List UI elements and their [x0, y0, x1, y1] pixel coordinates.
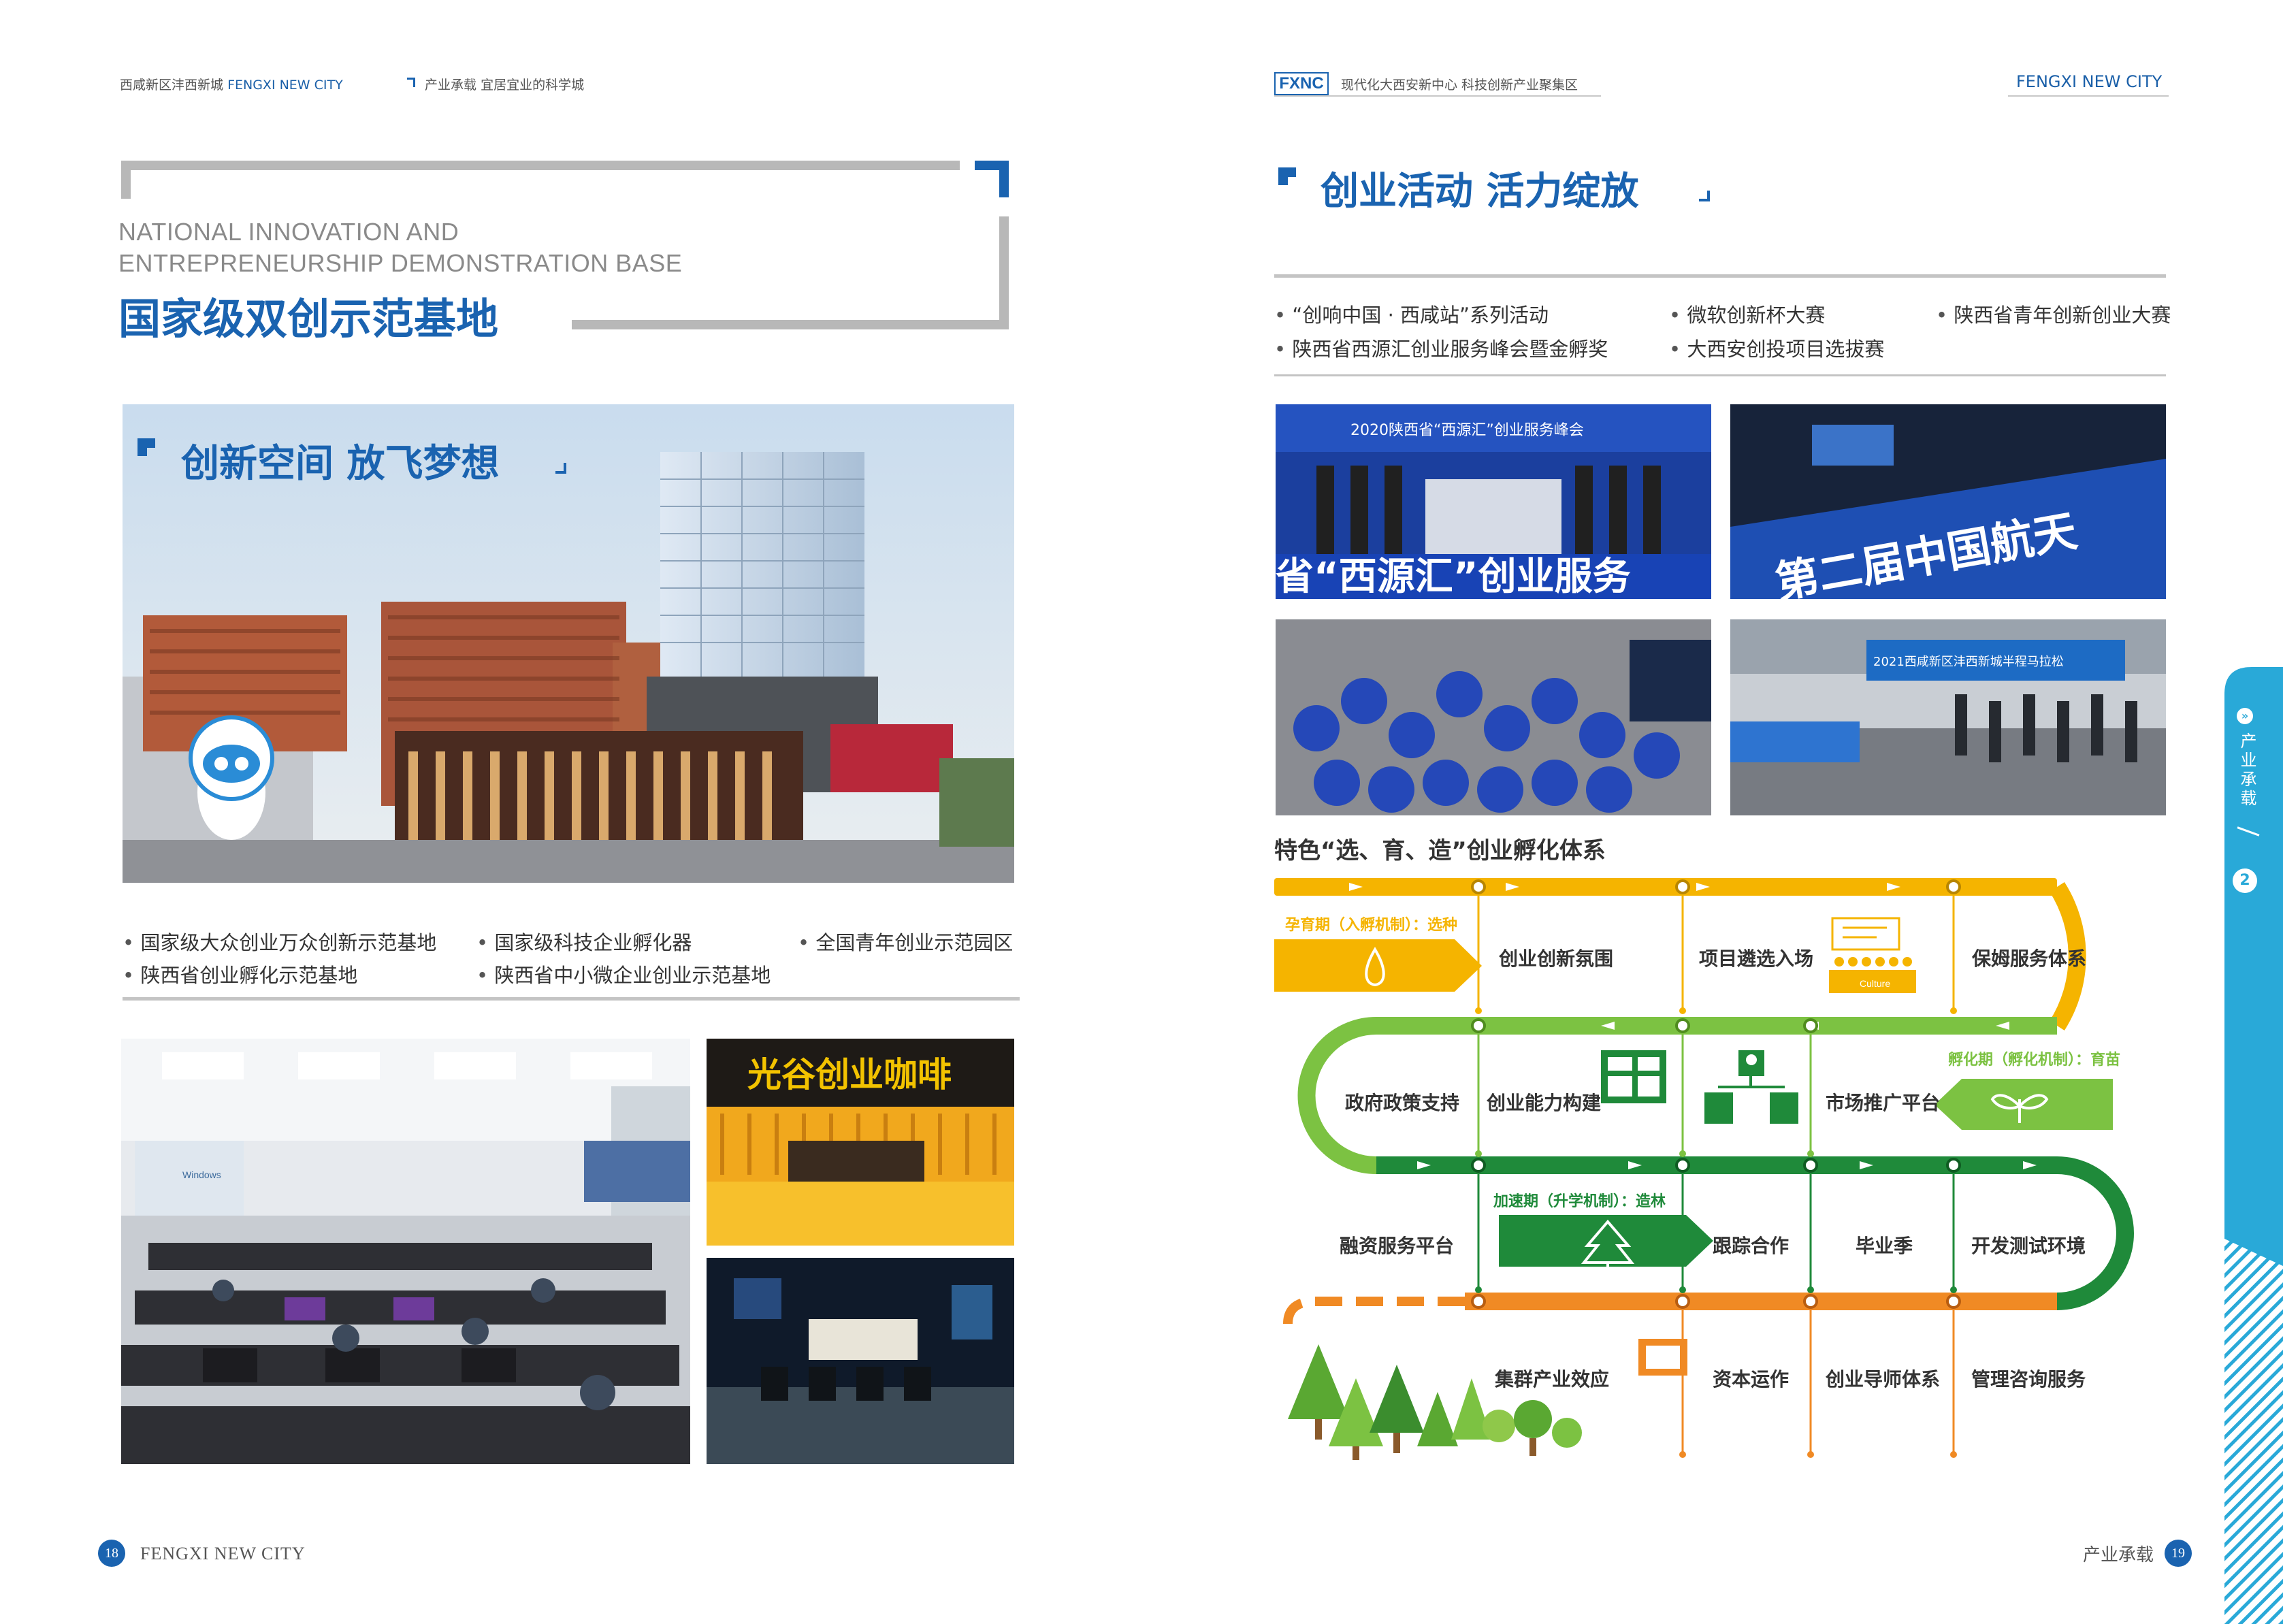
title-frame-top: [121, 161, 960, 170]
activity-close-icon: [1699, 191, 1710, 201]
title-frame-bottom: [572, 320, 1009, 329]
header-location: 西咸新区沣西新城: [120, 78, 224, 93]
stage3-label: 加速期（升学机制）：造林: [1493, 1193, 1666, 1210]
classroom-photo: Windows: [121, 1039, 690, 1464]
section-corner-icon: [137, 438, 155, 456]
right-bullet-5: 大西安创投项目选拔赛: [1669, 334, 1884, 362]
forest-icon: [1288, 1344, 1582, 1460]
header-en: FENGXI NEW CITY: [227, 78, 343, 93]
node-graduation: 毕业季: [1856, 1235, 1913, 1257]
side-tab-text: 产业承载: [2237, 732, 2256, 809]
node-capital-operation: 资本运作: [1713, 1368, 1790, 1391]
right-bullet-4: 陕西省西源汇创业服务峰会暨金孵奖: [1274, 334, 1608, 362]
node-capability-building: 创业能力构建: [1487, 1092, 1602, 1114]
left-header: 西咸新区沣西新城 FENGXI NEW CITY: [120, 75, 343, 93]
fxnc-logo: FXNC: [1274, 72, 1329, 95]
left-bullet-1: 国家级大众创业万众创新示范基地: [123, 927, 436, 956]
network-person-icon: [1704, 1050, 1798, 1124]
cafe-sign-text: 光谷创业咖啡: [747, 1055, 952, 1094]
header-bracket-icon: [407, 78, 415, 87]
side-tab[interactable]: » 产业承载 2: [2224, 667, 2283, 1624]
header-tagline: 宜居宜业的科学城: [481, 78, 585, 93]
page-title: 国家级双创示范基地: [118, 294, 499, 344]
left-bullet-4: 陕西省创业孵化示范基地: [123, 960, 357, 988]
right-bullet-3: 陕西省青年创新创业大赛: [1936, 299, 2171, 328]
left-page-number: 18: [98, 1540, 125, 1567]
cafe-photo: 光谷创业咖啡: [707, 1039, 1014, 1246]
node-dev-test-env: 开发测试环境: [1971, 1235, 2086, 1257]
node-project-selection: 项目遴选入场: [1699, 947, 1814, 970]
summit-photo: 2020陕西省“西源汇”创业服务峰会 省“西源汇”创业服务: [1276, 404, 1711, 599]
marathon-banner-text: 2021西咸新区沣西新城半程马拉松: [1873, 655, 2064, 669]
title-frame-corner-v: [999, 161, 1009, 197]
node-nanny-service: 保姆服务体系: [1972, 947, 2087, 970]
header-section: 产业承载: [425, 78, 477, 93]
activity-corner-icon: [1278, 167, 1296, 185]
photo-section-title: 创新空间 放飞梦想: [181, 442, 500, 486]
node-management-consulting: 管理咨询服务: [1971, 1368, 2086, 1391]
book-icon: [1638, 1339, 1687, 1376]
stage2-label: 孵化期（孵化机制）：育苗: [1948, 1052, 2121, 1069]
title-frame-left: [121, 161, 131, 199]
activity-rule-top: [1274, 274, 2166, 278]
title-en-line2: ENTREPRENEURSHIP DEMONSTRATION BASE: [118, 249, 683, 277]
dashboard-icon: [1601, 1050, 1666, 1103]
right-page-number: 19: [2165, 1540, 2192, 1567]
node-cluster-effect: 集群产业效应: [1495, 1368, 1610, 1391]
right-header-en: FENGXI NEW CITY: [2016, 72, 2163, 91]
title-frame-right: [999, 216, 1009, 329]
stage1-label: 孕育期（入孵机制）：选种: [1285, 917, 1458, 934]
right-footer-text: 产业承载: [2083, 1545, 2154, 1565]
left-bullet-2: 国家级科技企业孵化器: [476, 927, 692, 956]
marathon-photo: 2021西咸新区沣西新城半程马拉松: [1730, 619, 2166, 815]
side-tab-arrow-icon: »: [2237, 708, 2253, 724]
left-bullet-3: 全国青年创业示范园区: [798, 927, 1013, 956]
group-photo: [1276, 619, 1711, 815]
right-bullet-2: 微软创新杯大赛: [1669, 299, 1825, 328]
node-market-promotion: 市场推广平台: [1826, 1092, 1941, 1114]
incubation-diagram: Culture 孕育期（入孵机制）：选种 孵化期（孵化机制）：育苗 加速期（升学…: [1274, 875, 2139, 1474]
node-government-policy: 政府政策支持: [1345, 1092, 1460, 1114]
summit-banner-text: 省“西源汇”创业服务: [1276, 555, 1631, 599]
section-close-icon: [555, 463, 566, 474]
lounge-photo: [707, 1258, 1014, 1464]
activity-rule-bottom: [1274, 374, 2166, 376]
title-en-line1: NATIONAL INNOVATION AND: [118, 218, 459, 246]
right-header-en-rule: [2008, 95, 2169, 97]
left-bullet-rule: [123, 997, 1020, 1001]
right-header-rule: [1274, 95, 1601, 97]
right-header-slogan: 现代化大西安新中心 科技创新产业聚集区: [1341, 78, 1578, 93]
left-bullet-5: 陕西省中小微企业创业示范基地: [476, 960, 771, 988]
culture-label: Culture: [1860, 978, 1890, 989]
side-tab-number: 2: [2233, 868, 2257, 893]
left-header-section: 产业承载 宜居宜业的科学城: [425, 75, 584, 93]
summit-top-text: 2020陕西省“西源汇”创业服务峰会: [1350, 422, 1584, 439]
diagram-title: 特色“选、育、造”创业孵化体系: [1274, 837, 1606, 864]
node-tracking-cooperation: 跟踪合作: [1713, 1235, 1790, 1257]
node-mentor-system: 创业导师体系: [1826, 1368, 1941, 1391]
node-entrepreneurial-atmosphere: 创业创新氛围: [1499, 947, 1614, 970]
right-bullet-1: “创响中国 · 西咸站”系列活动: [1274, 299, 1549, 328]
activity-section-title: 创业活动 活力绽放: [1321, 169, 1639, 214]
classroom-screen-text: Windows: [182, 1169, 221, 1180]
left-footer-text: FENGXI NEW CITY: [140, 1544, 306, 1563]
node-financing-platform: 融资服务平台: [1340, 1235, 1455, 1257]
aerospace-photo: 第二届中国航天: [1730, 404, 2166, 599]
